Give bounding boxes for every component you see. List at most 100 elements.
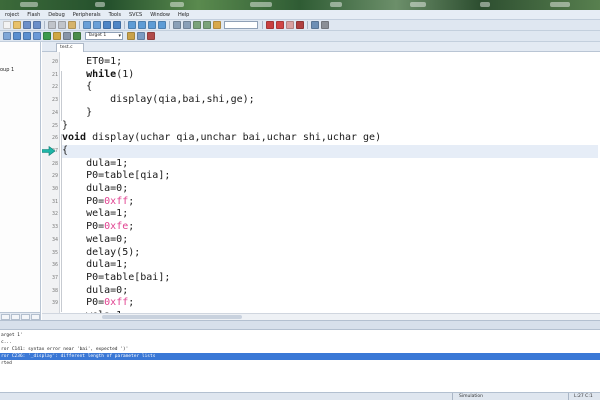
prev-bookmark-icon[interactable] — [138, 21, 146, 29]
code-line[interactable]: while(1) — [62, 69, 598, 82]
build-output-line[interactable]: rted — [0, 360, 600, 367]
code-line[interactable]: wela=1; — [62, 208, 598, 221]
build-output-line[interactable]: c... — [0, 339, 600, 346]
line-number: 25 — [51, 122, 58, 129]
find-combo-input[interactable] — [224, 21, 258, 29]
save-icon[interactable] — [23, 21, 31, 29]
menu-item-peripherals[interactable]: Peripherals — [69, 10, 105, 20]
menu-item-svcs[interactable]: SVCS — [125, 10, 146, 20]
comment-icon[interactable] — [193, 21, 201, 29]
select-packs-icon[interactable] — [147, 32, 155, 40]
current-line-arrow-icon — [42, 146, 56, 157]
code-line[interactable]: display(qia,bai,shi,ge); — [62, 94, 598, 107]
build-output-line[interactable]: ror C141: syntax error near 'bai', expec… — [0, 346, 600, 353]
templates-tab[interactable] — [31, 313, 40, 320]
code-line[interactable]: void display(uchar qia,unchar bai,uchar … — [62, 132, 598, 145]
code-text: (1) — [116, 68, 135, 80]
code-text: { — [62, 81, 93, 93]
build-icon[interactable] — [13, 32, 21, 40]
menu-item-flash[interactable]: Flash — [23, 10, 44, 20]
file-toolbar — [0, 20, 600, 31]
debug-icon[interactable] — [266, 21, 274, 29]
translate-icon[interactable] — [3, 32, 11, 40]
code-line[interactable]: P0=0xff; — [62, 196, 598, 209]
build-output-line[interactable]: arget 1' — [0, 332, 600, 339]
editor-horizontal-scrollbar[interactable] — [42, 313, 600, 320]
code-line[interactable]: dula=0; — [62, 183, 598, 196]
code-line[interactable]: dula=1; — [62, 158, 598, 171]
code-line[interactable]: dula=1; — [62, 259, 598, 272]
find-in-files-icon[interactable] — [213, 21, 221, 29]
pane-splitter[interactable] — [0, 320, 600, 330]
manage-project-items-icon[interactable] — [137, 32, 145, 40]
menu-item-window[interactable]: Window — [146, 10, 174, 20]
build-toolbar: Target 1 — [0, 31, 600, 42]
window-icon[interactable] — [311, 21, 319, 29]
menu-item-debug[interactable]: Debug — [44, 10, 68, 20]
code-line[interactable]: } — [62, 107, 598, 120]
copy-icon[interactable] — [58, 21, 66, 29]
code-line[interactable]: { — [62, 81, 598, 94]
code-line[interactable]: } — [62, 120, 598, 133]
functions-tab[interactable] — [21, 313, 30, 320]
project-tab[interactable] — [1, 313, 10, 320]
editor-file-tab[interactable]: test.c — [56, 43, 84, 52]
disable-breakpoint-icon[interactable] — [286, 21, 294, 29]
target-options-icon[interactable] — [53, 32, 61, 40]
save-all-icon[interactable] — [33, 21, 41, 29]
new-file-icon[interactable] — [3, 21, 11, 29]
menu-item-help[interactable]: Help — [174, 10, 193, 20]
code-line[interactable]: P0=table[qia]; — [62, 170, 598, 183]
project-panel: oup 1 — [0, 42, 41, 320]
code-hex-literal: 0xff — [104, 195, 129, 207]
menu-item-roject[interactable]: roject — [1, 10, 23, 20]
indent-icon[interactable] — [173, 21, 181, 29]
open-folder-icon[interactable] — [13, 21, 21, 29]
status-bar: Simulation L:27 C:1 — [0, 392, 600, 400]
menu-item-tools[interactable]: Tools — [105, 10, 125, 20]
download-icon[interactable] — [43, 32, 51, 40]
forward-icon[interactable] — [113, 21, 121, 29]
code-text: wela=1; — [62, 208, 129, 220]
unindent-icon[interactable] — [183, 21, 191, 29]
code-line[interactable]: P0=0xff; — [62, 297, 598, 310]
undo-icon[interactable] — [83, 21, 91, 29]
scrollbar-thumb[interactable] — [102, 315, 242, 319]
file-extensions-icon[interactable] — [63, 32, 71, 40]
redo-icon[interactable] — [93, 21, 101, 29]
build-output-line-selected[interactable]: ror C236: '_display': different length o… — [0, 353, 600, 360]
code-line-current[interactable]: { — [62, 144, 598, 158]
code-line[interactable]: P0=0xfe; — [62, 221, 598, 234]
line-number: 33 — [51, 224, 58, 231]
code-text: P0=table[bai]; — [62, 271, 171, 283]
batch-build-icon[interactable] — [33, 32, 41, 40]
code-text: dula=0; — [62, 183, 129, 194]
manage-components-icon[interactable] — [73, 32, 81, 40]
books-tab[interactable] — [11, 313, 20, 320]
uncomment-icon[interactable] — [203, 21, 211, 29]
next-bookmark-icon[interactable] — [148, 21, 156, 29]
options-for-target-icon[interactable] — [127, 32, 135, 40]
rebuild-icon[interactable] — [23, 32, 31, 40]
line-number: 23 — [51, 97, 58, 104]
breakpoint-icon[interactable] — [276, 21, 284, 29]
line-number: 34 — [51, 236, 58, 243]
code-text: ; — [128, 297, 135, 309]
code-line[interactable]: dula=0; — [62, 285, 598, 298]
settings-icon[interactable] — [321, 21, 329, 29]
target-select[interactable]: Target 1 — [85, 32, 123, 40]
code-line[interactable]: wela=0; — [62, 234, 598, 247]
project-group-label[interactable]: oup 1 — [0, 67, 14, 73]
code-line[interactable]: delay(5); — [62, 247, 598, 260]
code-line[interactable]: ET0=1; — [62, 56, 598, 69]
toolbar-separator — [169, 21, 170, 29]
back-icon[interactable] — [103, 21, 111, 29]
code-text: ; — [128, 221, 135, 233]
code-line[interactable]: P0=table[bai]; — [62, 272, 598, 285]
code-text: display(qia,bai,shi,ge); — [62, 94, 255, 106]
paste-icon[interactable] — [68, 21, 76, 29]
clear-bookmark-icon[interactable] — [158, 21, 166, 29]
kill-breakpoints-icon[interactable] — [296, 21, 304, 29]
cut-icon[interactable] — [48, 21, 56, 29]
bookmark-icon[interactable] — [128, 21, 136, 29]
